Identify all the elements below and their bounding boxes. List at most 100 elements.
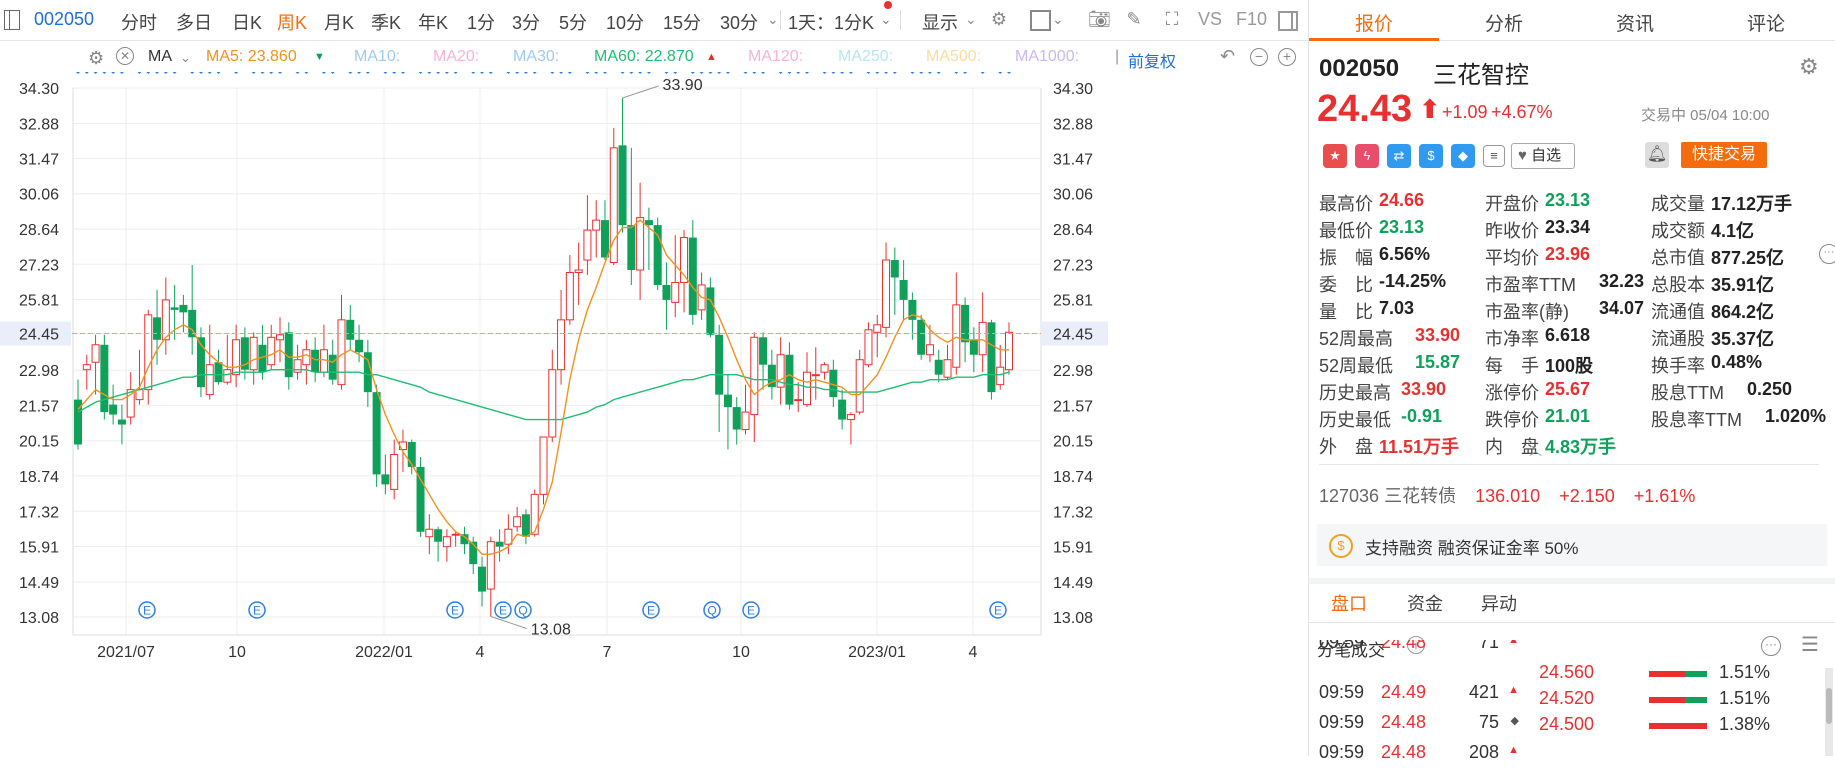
interval-select[interactable]: 1天：1分K — [788, 9, 874, 35]
signal-diamond-marker — [417, 66, 425, 75]
candle-up — [513, 516, 522, 528]
signal-diamond-marker — [952, 66, 960, 75]
signal-diamond-marker — [74, 66, 82, 75]
f10-button[interactable]: F10 — [1236, 9, 1267, 30]
collapse-chevron-icon[interactable]: ︿ — [1529, 440, 1542, 459]
tab-30min[interactable]: 30分 — [720, 9, 758, 35]
tab-quarterly-k[interactable]: 季K — [371, 9, 401, 35]
settings-gear-icon[interactable]: ⚙ — [1799, 54, 1819, 80]
quote-label: 总股本 — [1651, 275, 1705, 295]
tab-quote[interactable]: 报价 — [1355, 9, 1393, 36]
tab-10min[interactable]: 10分 — [606, 9, 644, 35]
tab-capital[interactable]: 资金 — [1407, 590, 1443, 616]
signal-diamond-marker — [197, 66, 205, 75]
tab-daily-k[interactable]: 日K — [232, 9, 262, 35]
tab-yearly-k[interactable]: 年K — [418, 9, 448, 35]
gear-icon[interactable]: ⚙ — [988, 8, 1010, 30]
shuffle-icon[interactable]: ⇄ — [1387, 144, 1411, 168]
lightning-icon[interactable]: ϟ — [1355, 144, 1379, 168]
tab-analysis[interactable]: 分析 — [1485, 9, 1523, 36]
more-icon[interactable]: ··· — [1761, 636, 1781, 656]
zoom-in-icon[interactable]: + — [1278, 48, 1296, 66]
fuquan-select[interactable]: 前复权 — [1128, 48, 1176, 72]
bond-change: +2.150 — [1559, 486, 1615, 506]
tab-weekly-k[interactable]: 周K — [277, 9, 307, 35]
scrollbar-thumb[interactable] — [1826, 688, 1832, 724]
signal-diamond-marker — [750, 66, 758, 75]
display-select[interactable]: 显示 — [922, 9, 958, 35]
panel-toggle-icon[interactable] — [4, 10, 20, 30]
candle-up — [302, 349, 311, 366]
undo-icon[interactable]: ↶ — [1220, 46, 1235, 67]
quote-value: 34.07 — [1599, 298, 1645, 318]
y-tick-label-right: 15.91 — [1053, 539, 1093, 556]
signal-diamond-marker — [188, 66, 196, 75]
y-tick-label-right: 21.57 — [1053, 398, 1093, 415]
quote-label: 每 手 — [1485, 356, 1539, 376]
tab-5min[interactable]: 5分 — [559, 9, 587, 35]
tab-monthly-k[interactable]: 月K — [324, 9, 354, 35]
candle-up — [530, 493, 539, 535]
quote-value: 100股 — [1545, 356, 1594, 376]
ma-label[interactable]: MA — [148, 48, 172, 66]
tab-movement[interactable]: 异动 — [1481, 590, 1517, 616]
add-watchlist-button[interactable]: ♥ 自选 — [1511, 143, 1575, 169]
tab-fenshi[interactable]: 分时 — [121, 9, 157, 35]
price-change-pct: +4.67% — [1491, 102, 1553, 122]
signal-diamond-marker — [346, 66, 354, 75]
dollar-icon[interactable]: $ — [1419, 144, 1443, 168]
signal-diamond-marker — [381, 66, 389, 75]
tab-3min[interactable]: 3分 — [512, 9, 540, 35]
kline-svg[interactable]: 34.30 34.30 32.88 32.88 31.47 31.47 30.06 30.06… — [0, 66, 1308, 756]
tab-pankou[interactable]: 盘口 — [1331, 590, 1367, 616]
price-tag-left: 24.45 — [19, 327, 59, 344]
bond-price: 136.010 — [1475, 486, 1541, 506]
kline-chart[interactable]: 34.30 34.30 32.88 32.88 31.47 31.47 30.06 30.06… — [0, 66, 1308, 756]
candle-down — [311, 349, 320, 373]
x-tick-label: 10 — [732, 644, 750, 661]
candle-down — [723, 394, 732, 408]
level-price: 24.500 — [1539, 714, 1595, 734]
convertible-bond-row[interactable]: 127036 三花转债 136.010 +2.150 +1.61% — [1319, 482, 1695, 508]
quote-label: 流通股 — [1651, 329, 1705, 349]
signal-diamond-marker — [83, 66, 91, 75]
ma1000-value: MA1000: — [1015, 48, 1080, 65]
bell-icon[interactable]: 🔔︎ — [1645, 142, 1669, 168]
quote-label: 成交额 — [1651, 221, 1705, 241]
event-marker-letter: E — [143, 604, 151, 618]
tab-comments[interactable]: 评论 — [1747, 9, 1785, 36]
candle-down — [688, 237, 697, 315]
china-flag-icon[interactable]: ★ — [1323, 144, 1347, 168]
tick-volume: 71 — [1478, 640, 1499, 652]
candle-down — [899, 279, 908, 300]
level-pct: 1.51% — [1719, 688, 1771, 708]
gear-icon[interactable]: ⚙ — [88, 48, 104, 69]
scrollbar[interactable] — [1825, 668, 1833, 756]
rectangle-tool-icon[interactable] — [1030, 10, 1051, 31]
pencil-icon[interactable]: ✎ — [1123, 8, 1145, 30]
tab-multiday[interactable]: 多日 — [176, 9, 212, 35]
tab-15min[interactable]: 15分 — [663, 9, 701, 35]
signal-diamond-marker — [821, 66, 829, 75]
tick-time: 09:59 — [1319, 742, 1365, 762]
list-view-icon[interactable]: ☰ — [1801, 632, 1819, 657]
watchlist-label: 自选 — [1531, 147, 1562, 164]
zoom-out-icon[interactable]: − — [1250, 48, 1268, 66]
tag-icon[interactable]: ◆ — [1451, 144, 1475, 168]
close-icon[interactable]: ✕ — [116, 47, 134, 65]
signal-diamond-marker — [469, 66, 477, 75]
x-tick-label: 2022/01 — [355, 644, 413, 661]
document-icon[interactable]: ≡ — [1483, 145, 1505, 167]
camera-icon[interactable]: 📷︎ — [1088, 8, 1111, 30]
quick-trade-button[interactable]: 快捷交易 — [1681, 142, 1767, 168]
tab-news[interactable]: 资讯 — [1616, 9, 1654, 36]
side-panel-icon[interactable] — [1278, 11, 1298, 31]
tab-1min[interactable]: 1分 — [467, 9, 495, 35]
section-gap — [1309, 578, 1835, 584]
vs-button[interactable]: VS — [1198, 9, 1222, 30]
chevron-down-icon[interactable]: ⌄ — [767, 11, 779, 28]
chevron-down-icon[interactable]: ⌄ — [180, 50, 191, 66]
candle-down — [179, 304, 188, 313]
fullscreen-icon[interactable]: ⛶ — [1161, 8, 1183, 30]
more-icon[interactable]: ··· — [1819, 244, 1835, 264]
